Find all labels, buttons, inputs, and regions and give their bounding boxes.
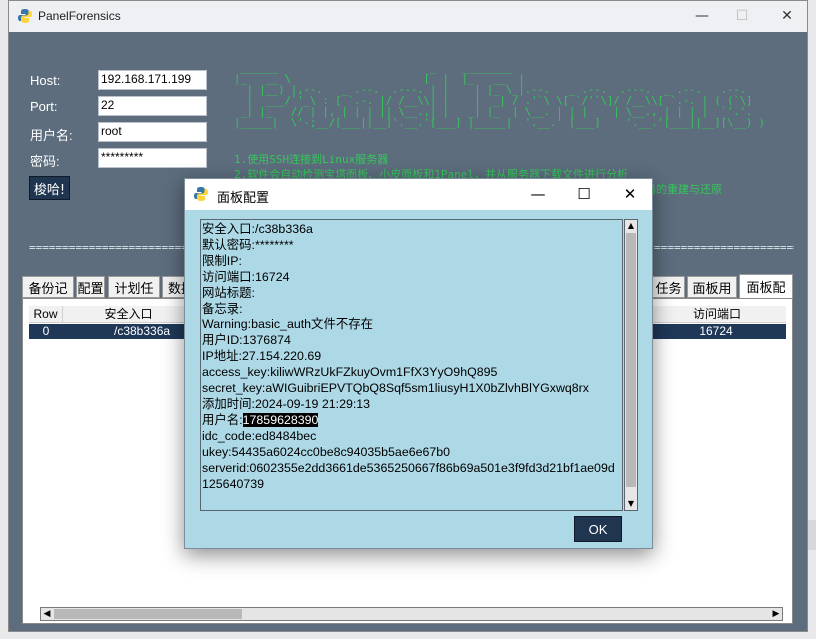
- config-line: Warning:basic_auth文件不存在: [202, 317, 374, 332]
- python-icon: [18, 9, 32, 23]
- minimize-icon[interactable]: —: [693, 7, 711, 25]
- host-input[interactable]: 192.168.171.199: [98, 70, 207, 90]
- config-line: access_key:kiliwWRzUkFZkuyOvm1FfX3YyO9hQ…: [202, 365, 498, 380]
- config-line: ukey:54435a6024cc0be8c94035b5ae6e67b0: [202, 444, 451, 459]
- column-header-entry[interactable]: 安全入口: [64, 306, 194, 323]
- config-line: 默认密码:********: [202, 237, 294, 252]
- config-line: 用户名:17859628390: [202, 412, 319, 427]
- config-line: 备忘录:: [202, 301, 243, 316]
- column-header-row[interactable]: Row: [29, 306, 63, 323]
- info-line-1: 1.使用SSH连接到Linux服务器: [234, 153, 389, 166]
- tab-database[interactable]: 数据: [162, 276, 186, 298]
- tab-panel-config[interactable]: 面板配: [739, 274, 793, 298]
- tab-panel-user[interactable]: 面板用: [687, 276, 737, 298]
- password-label: 密码:: [30, 154, 60, 169]
- horizontal-scrollbar[interactable]: ◀ ▶: [40, 607, 783, 621]
- tab-cron[interactable]: 计划任: [108, 276, 160, 298]
- dialog-titlebar[interactable]: 面板配置 — ☐ ✕: [185, 179, 652, 210]
- username-label: 用户名:: [30, 128, 73, 143]
- scroll-up-icon[interactable]: ▲: [625, 220, 637, 232]
- main-titlebar[interactable]: PanelForensics — ☐ ✕: [9, 1, 807, 32]
- config-line: 访问端口:16724: [202, 269, 290, 284]
- dialog-title: 面板配置: [217, 190, 270, 205]
- config-line: 添加时间:2024-09-19 21:29:13: [202, 396, 371, 411]
- separator-right: ========================================…: [654, 241, 794, 254]
- config-line: secret_key:aWIGuibriEPVTQbQ8Sqf5sm1liusy…: [202, 381, 590, 396]
- tab-task[interactable]: 任务: [652, 276, 685, 298]
- main-window-title: PanelForensics: [38, 9, 121, 23]
- vertical-scrollbar[interactable]: ▲ ▼: [624, 219, 638, 511]
- separator-left: ========================================…: [29, 241, 189, 254]
- scroll-left-icon[interactable]: ◀: [41, 607, 53, 621]
- ok-button[interactable]: OK: [574, 516, 622, 542]
- scroll-right-icon[interactable]: ▶: [770, 607, 782, 621]
- info-line-3: 码的重建与还原: [645, 183, 722, 196]
- scroll-down-icon[interactable]: ▼: [625, 498, 637, 510]
- vertical-scroll-thumb[interactable]: [626, 233, 636, 487]
- config-line: 网站标题:: [202, 285, 256, 300]
- config-line: serverid:0602355e2dd3661de5365250667f86b…: [202, 460, 615, 475]
- username-input[interactable]: root: [98, 122, 207, 142]
- minimize-icon[interactable]: —: [528, 184, 548, 204]
- config-line: 用户ID:1376874: [202, 333, 291, 348]
- cell-row: 0: [42, 324, 50, 338]
- config-line: IP地址:27.154.220.69: [202, 349, 322, 364]
- config-line: 限制IP:: [202, 253, 242, 268]
- tab-config[interactable]: 配置: [76, 276, 105, 298]
- cell-port: 16724: [699, 324, 733, 338]
- port-label: Port:: [30, 99, 58, 114]
- go-button[interactable]: 梭哈!: [29, 176, 70, 200]
- config-line: 安全入口:/c38b336a: [202, 222, 313, 236]
- column-header-port[interactable]: 访问端口: [646, 306, 788, 323]
- maximize-icon[interactable]: ☐: [733, 7, 751, 25]
- ascii-banner: ______ _ ________ |_ __ \ [ | |_ __ | | …: [234, 63, 766, 129]
- close-icon[interactable]: ✕: [620, 184, 640, 204]
- python-icon: [194, 187, 208, 201]
- config-textbox[interactable]: 安全入口:/c38b336a 默认密码:******** 限制IP: 访问端口:…: [200, 219, 623, 511]
- horizontal-scroll-thumb[interactable]: [54, 609, 242, 619]
- config-line: 125640739: [202, 476, 265, 491]
- selected-text: 17859628390: [242, 412, 319, 427]
- close-icon[interactable]: ✕: [778, 7, 796, 25]
- password-input[interactable]: *********: [98, 148, 207, 168]
- port-input[interactable]: 22: [98, 96, 207, 116]
- host-label: Host:: [30, 73, 61, 88]
- maximize-icon[interactable]: ☐: [574, 184, 594, 204]
- config-line: idc_code:ed8484bec: [202, 428, 317, 443]
- background-window-edge: [808, 520, 816, 550]
- tab-backup[interactable]: 备份记: [22, 276, 74, 298]
- panel-config-dialog: 面板配置 — ☐ ✕ 安全入口:/c38b336a 默认密码:******** …: [184, 178, 653, 549]
- cell-entry: /c38b336a: [114, 324, 171, 338]
